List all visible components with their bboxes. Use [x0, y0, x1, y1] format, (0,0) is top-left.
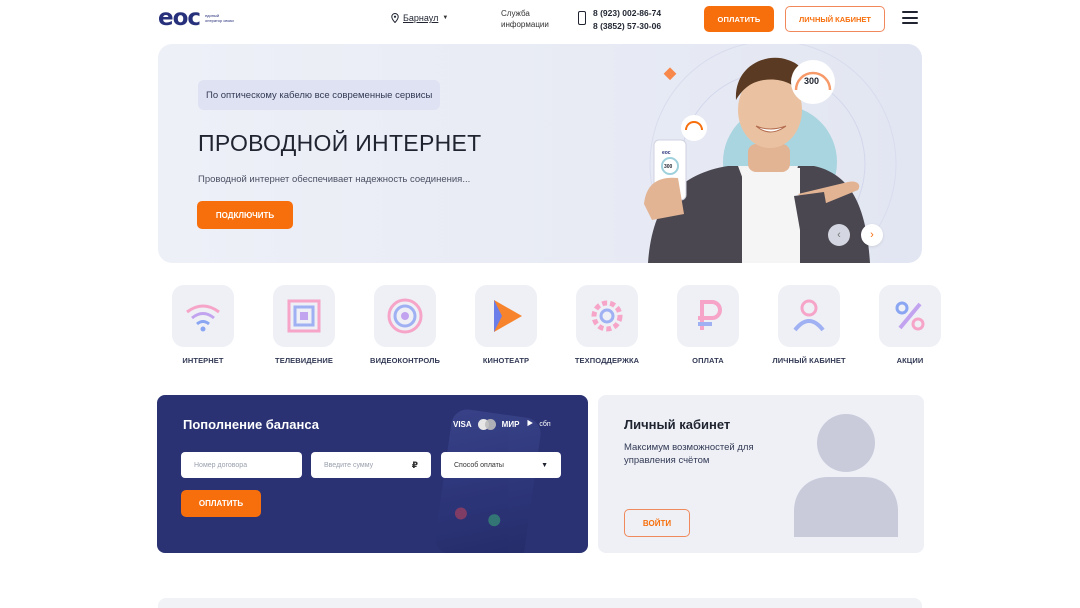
- service-cabinet[interactable]: ЛИЧНЫЙ КАБИНЕТ: [763, 285, 855, 365]
- service-cinema[interactable]: КИНОТЕАТР: [460, 285, 552, 365]
- service-support[interactable]: ТЕХПОДДЕРЖКА: [561, 285, 653, 365]
- phone-number-2[interactable]: 8 (3852) 57-30-06: [593, 20, 661, 33]
- service-label: ТЕХПОДДЕРЖКА: [574, 356, 640, 365]
- services-row: ИНТЕРНЕТ ТЕЛЕВИДЕНИЕ ВИДЕОКОНТРОЛЬ КИНОТ…: [157, 285, 941, 375]
- logo-mark: еос: [158, 5, 201, 31]
- phone-icon: [578, 11, 586, 25]
- service-label: ОПЛАТА: [692, 356, 724, 365]
- logo[interactable]: еос единый оператор связи: [158, 5, 235, 31]
- sbp-icon: ⯈: [525, 419, 534, 430]
- login-button[interactable]: ВОЙТИ: [624, 509, 690, 537]
- contract-placeholder: Номер договора: [194, 461, 248, 469]
- ruble-icon: [698, 300, 722, 330]
- balance-title: Пополнение баланса: [183, 417, 319, 432]
- visa-logo: VISA: [453, 420, 472, 429]
- service-tile: [677, 285, 739, 347]
- city-selector[interactable]: Барнаул ▼: [391, 13, 448, 23]
- phone-screen-logo: еос: [662, 150, 671, 156]
- cabinet-description: Максимум возможностей для управления счё…: [624, 442, 754, 466]
- service-tv[interactable]: ТЕЛЕВИДЕНИЕ: [258, 285, 350, 365]
- location-pin-icon: [391, 13, 399, 23]
- hero-title: ПРОВОДНОЙ ИНТЕРНЕТ: [198, 130, 482, 156]
- service-tile: [778, 285, 840, 347]
- phone-numbers: 8 (923) 002-86-74 8 (3852) 57-30-06: [593, 7, 661, 33]
- user-icon: [793, 299, 825, 332]
- phone-screen-value: 300: [664, 164, 673, 170]
- service-label: АКЦИИ: [896, 356, 924, 365]
- speed-badge-value: 300: [804, 76, 819, 86]
- ruble-icon: ₽: [411, 459, 418, 470]
- phone-number-1[interactable]: 8 (923) 002-86-74: [593, 7, 661, 20]
- service-tile: [879, 285, 941, 347]
- play-icon: [494, 300, 522, 332]
- chevron-down-icon: ▼: [541, 461, 548, 469]
- amount-input[interactable]: Введите сумму ₽: [311, 452, 431, 478]
- gear-icon: [591, 300, 623, 332]
- avatar-placeholder-icon: [794, 414, 898, 537]
- hero-tag: По оптическому кабелю все современные се…: [198, 80, 441, 110]
- slider-next-button[interactable]: ›: [861, 224, 883, 246]
- payment-method-value: Способ оплаты: [454, 461, 504, 469]
- service-video[interactable]: ВИДЕОКОНТРОЛЬ: [359, 285, 451, 365]
- service-internet[interactable]: ИНТЕРНЕТ: [157, 285, 249, 365]
- service-tile: [374, 285, 436, 347]
- amount-placeholder: Введите сумму: [324, 461, 374, 469]
- slider-prev-button[interactable]: ‹: [828, 224, 850, 246]
- service-tile: [576, 285, 638, 347]
- service-info-link[interactable]: Служба информации: [501, 8, 561, 30]
- sbp-logo: сбп: [539, 421, 551, 428]
- service-label: ИНТЕРНЕТ: [182, 356, 224, 365]
- service-tile: [475, 285, 537, 347]
- payment-systems: VISA МИР ⯈ сбп: [453, 419, 551, 430]
- wifi-icon: [186, 304, 220, 332]
- header-pay-button[interactable]: ОПЛАТИТЬ: [704, 6, 774, 32]
- cabinet-card: Личный кабинет Максимум возможностей для…: [598, 395, 924, 553]
- balance-topup-card: Пополнение баланса VISA МИР ⯈ сбп Номер …: [157, 395, 588, 553]
- cabinet-title: Личный кабинет: [624, 417, 731, 432]
- chevron-down-icon: ▼: [442, 15, 449, 21]
- contract-number-input[interactable]: Номер договора: [181, 452, 302, 478]
- logo-subtitle: единый оператор связи: [205, 13, 234, 23]
- service-label: ТЕЛЕВИДЕНИЕ: [275, 356, 333, 365]
- site-header: еос единый оператор связи Барнаул ▼ Служ…: [0, 0, 1080, 40]
- percent-icon: [895, 301, 925, 331]
- next-section-edge: [158, 598, 922, 608]
- tv-icon: [287, 299, 321, 333]
- mastercard-icon: [477, 419, 496, 430]
- service-payment[interactable]: ОПЛАТА: [662, 285, 754, 365]
- header-cabinet-button[interactable]: ЛИЧНЫЙ КАБИНЕТ: [785, 6, 885, 32]
- camera-icon: [387, 298, 423, 334]
- city-label: Барнаул: [403, 13, 439, 23]
- connect-button[interactable]: ПОДКЛЮЧИТЬ: [197, 201, 293, 229]
- service-label: ЛИЧНЫЙ КАБИНЕТ: [772, 356, 846, 365]
- topup-pay-button[interactable]: ОПЛАТИТЬ: [181, 490, 261, 517]
- payment-method-select[interactable]: Способ оплаты ▼: [441, 452, 561, 478]
- service-tile: [172, 285, 234, 347]
- mir-logo: МИР: [501, 420, 520, 429]
- hero-description: Проводной интернет обеспечивает надежнос…: [198, 174, 471, 185]
- service-label: КИНОТЕАТР: [482, 356, 530, 365]
- menu-icon[interactable]: [902, 11, 918, 24]
- service-promo[interactable]: АКЦИИ: [864, 285, 956, 365]
- hero-banner: По оптическому кабелю все современные се…: [158, 44, 922, 263]
- service-label: ВИДЕОКОНТРОЛЬ: [370, 356, 440, 365]
- service-tile: [273, 285, 335, 347]
